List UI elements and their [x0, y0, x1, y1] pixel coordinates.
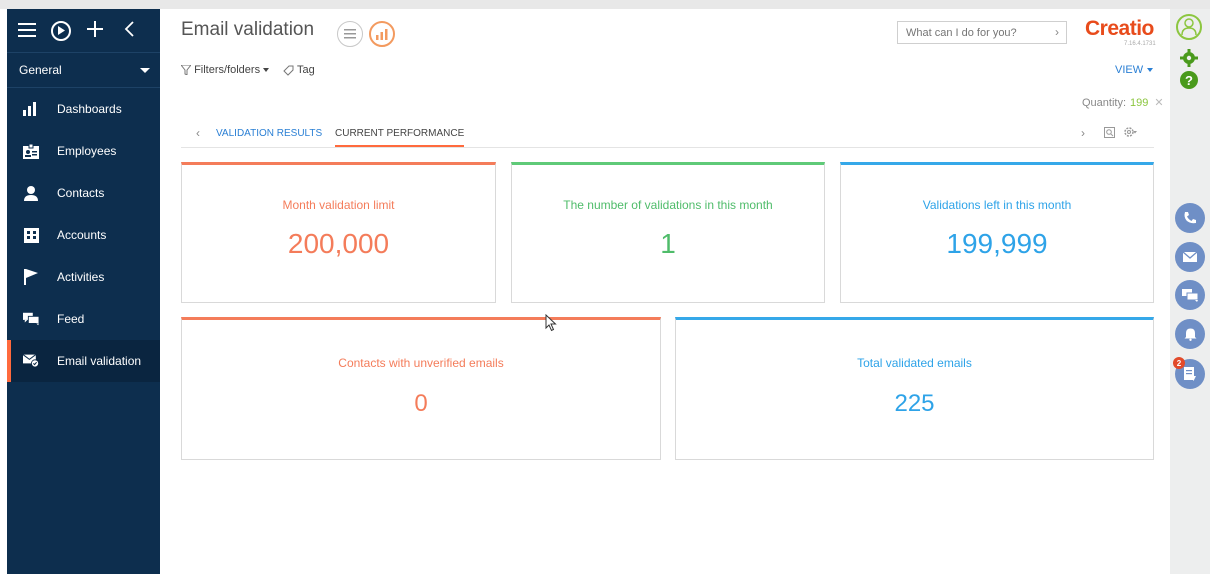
- filters-folders-label: Filters/folders: [194, 64, 261, 76]
- notification-badge: 2: [1173, 357, 1185, 369]
- list-view-button[interactable]: [337, 21, 363, 47]
- notifications-button[interactable]: [1175, 319, 1205, 349]
- sidebar-item-dashboards[interactable]: Dashboards: [7, 88, 160, 130]
- tile-value: 225: [894, 390, 935, 417]
- version-label: 7.16.4.1731: [1124, 41, 1156, 47]
- communication-panel: ? 2: [1170, 9, 1210, 574]
- system-designer-gear-icon[interactable]: [1180, 49, 1198, 72]
- tile-value: 0: [414, 390, 428, 417]
- workspace-label: General: [19, 63, 62, 77]
- chevron-right-icon[interactable]: ›: [1081, 126, 1085, 140]
- document-icon: [1184, 367, 1196, 381]
- envelope-icon: [1183, 251, 1197, 262]
- tile-title: Total validated emails: [857, 356, 972, 370]
- collapse-sidebar-icon[interactable]: [119, 20, 139, 41]
- view-label: VIEW: [1115, 64, 1144, 76]
- id-card-icon: [23, 143, 39, 159]
- sidebar-item-label: Employees: [57, 144, 117, 158]
- tile-value: 200,000: [287, 228, 390, 259]
- page-title: Email validation: [181, 19, 315, 40]
- tab-current-performance[interactable]: CURRENT PERFORMANCE: [335, 128, 465, 147]
- workspace-selector[interactable]: General: [7, 53, 160, 88]
- phone-icon: [1184, 212, 1196, 224]
- feed-button[interactable]: [1175, 280, 1205, 310]
- tab-validation-results[interactable]: VALIDATION RESULTS: [216, 128, 322, 139]
- chevron-down-icon: [1147, 68, 1154, 72]
- sidebar-item-label: Email validation: [57, 354, 142, 368]
- tag-label: Tag: [296, 64, 315, 76]
- tile-unverified-contacts: Contacts with unverified emails 0: [181, 317, 661, 460]
- bell-icon: [1184, 328, 1196, 341]
- top-strip: [0, 0, 1210, 9]
- bar-chart-icon: [23, 101, 39, 117]
- gear-icon[interactable]: [1123, 126, 1137, 138]
- quantity-value: 199: [1130, 97, 1149, 109]
- search-icon[interactable]: [1104, 126, 1115, 138]
- close-icon[interactable]: ✕: [1154, 97, 1163, 109]
- sidebar-item-employees[interactable]: Employees: [7, 130, 160, 172]
- phone-button[interactable]: [1175, 203, 1205, 233]
- hamburger-menu-icon[interactable]: [17, 21, 37, 41]
- bar-chart-icon: [376, 28, 388, 40]
- tile-title: The number of validations in this month: [563, 198, 773, 212]
- list-icon: [344, 29, 356, 39]
- chevron-down-icon: [140, 67, 150, 73]
- tile-title: Validations left in this month: [922, 198, 1072, 212]
- sidebar-item-contacts[interactable]: Contacts: [7, 172, 160, 214]
- email-check-icon: [23, 353, 39, 369]
- analytics-view-button[interactable]: [369, 21, 395, 47]
- chat-icon: [1182, 288, 1198, 302]
- sidebar-item-label: Accounts: [57, 228, 107, 242]
- dashboard-tabs: ‹ VALIDATION RESULTS CURRENT PERFORMANCE…: [181, 122, 1154, 148]
- building-icon: [23, 227, 39, 243]
- tile-validations-this-month: The number of validations in this month …: [511, 162, 825, 303]
- chat-icon: [23, 311, 39, 327]
- tile-title: Month validation limit: [282, 198, 395, 212]
- tile-month-validation-limit: Month validation limit 200,000: [181, 162, 496, 303]
- creatio-logo: Creatio: [1085, 17, 1154, 40]
- help-icon[interactable]: ?: [1180, 71, 1198, 89]
- tile-total-validated: Total validated emails 225: [675, 317, 1154, 460]
- chevron-down-icon: [263, 68, 270, 73]
- sidebar-top-bar: [7, 9, 160, 53]
- tile-validations-left: Validations left in this month 199,999: [840, 162, 1154, 303]
- tag-button[interactable]: Tag: [283, 64, 315, 76]
- email-button[interactable]: [1175, 242, 1205, 272]
- profile-avatar[interactable]: [1176, 14, 1202, 40]
- left-sidebar: General Dashboards Employees Contacts Ac…: [7, 9, 160, 574]
- sidebar-item-email-validation[interactable]: Email validation: [7, 340, 160, 382]
- chevron-left-icon[interactable]: ‹: [196, 126, 200, 140]
- tile-value: 1: [660, 228, 676, 259]
- process-run-icon[interactable]: [51, 20, 71, 41]
- user-icon: [1181, 18, 1197, 36]
- tag-icon: [283, 65, 294, 76]
- sidebar-item-label: Feed: [57, 312, 85, 326]
- sidebar-item-label: Contacts: [57, 186, 105, 200]
- sidebar-item-label: Activities: [57, 270, 105, 284]
- tile-value: 199,999: [946, 228, 1048, 259]
- filters-bar: Filters/folders Tag: [179, 64, 315, 76]
- sidebar-item-feed[interactable]: Feed: [7, 298, 160, 340]
- quantity-label: Quantity:: [1082, 97, 1127, 109]
- filters-folders-button[interactable]: Filters/folders: [179, 64, 270, 76]
- search-input[interactable]: [906, 26, 1046, 39]
- add-icon[interactable]: [85, 20, 105, 41]
- main-content: Email validation › Creatio 7.16.4.1731 F…: [160, 9, 1170, 574]
- mouse-cursor-icon: [545, 313, 557, 337]
- filter-icon: [179, 64, 193, 76]
- person-icon: [23, 185, 39, 201]
- view-menu-button[interactable]: VIEW: [1115, 64, 1154, 76]
- command-line-search[interactable]: ›: [897, 21, 1067, 44]
- flag-icon: [23, 269, 39, 285]
- sidebar-item-label: Dashboards: [57, 102, 122, 116]
- chevron-right-icon[interactable]: ›: [1055, 25, 1059, 39]
- sidebar-item-activities[interactable]: Activities: [7, 256, 160, 298]
- sidebar-item-accounts[interactable]: Accounts: [7, 214, 160, 256]
- quantity-indicator: Quantity: 199 ✕: [1082, 96, 1164, 109]
- tab-tools: [1104, 126, 1137, 138]
- tile-title: Contacts with unverified emails: [338, 356, 504, 370]
